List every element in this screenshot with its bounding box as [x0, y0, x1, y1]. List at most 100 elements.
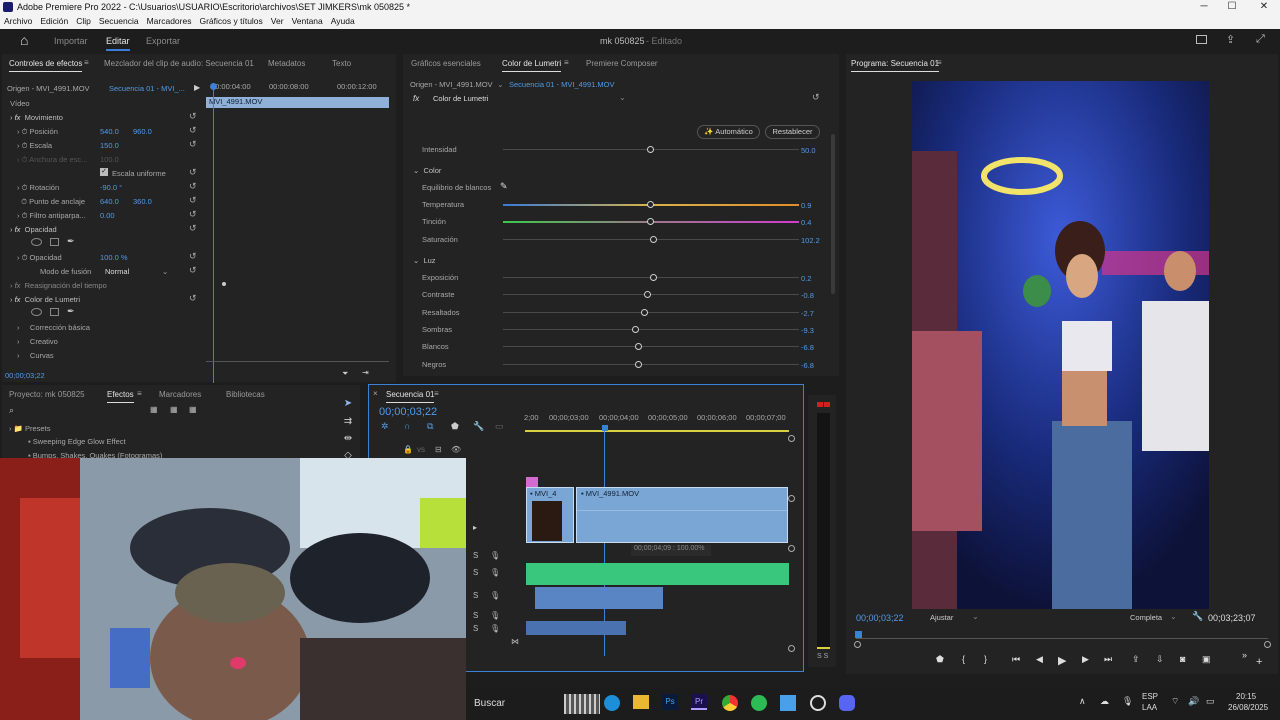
accelerated-icon[interactable]: ▦: [150, 405, 158, 414]
selection-tool-icon[interactable]: ➤: [342, 398, 354, 410]
maximize-button[interactable]: ☐: [1220, 0, 1244, 14]
slider-knob[interactable]: [635, 360, 643, 368]
reset-icon[interactable]: ↺: [189, 293, 197, 304]
luz-section[interactable]: ⌄ Luz: [413, 256, 436, 265]
quality-select[interactable]: Completa: [1130, 613, 1162, 622]
solo-s[interactable]: S: [473, 591, 478, 600]
ec-zoom-bar[interactable]: [206, 361, 389, 362]
tab-color-lumetri[interactable]: Color de Lumetri: [502, 59, 562, 72]
ec-playhead-handle[interactable]: [210, 83, 217, 90]
tab-exportar[interactable]: Exportar: [146, 36, 180, 46]
reset-icon[interactable]: ↺: [189, 251, 197, 262]
pen-mask-icon[interactable]: ✒: [67, 236, 75, 247]
more-icon[interactable]: »: [1242, 650, 1247, 660]
chevron-up-icon[interactable]: ∧: [1079, 696, 1086, 707]
luz-value[interactable]: -0.8: [801, 291, 814, 300]
saturacion-value[interactable]: 102.2: [801, 236, 820, 245]
menu-ventana[interactable]: Ventana: [288, 14, 327, 26]
saturacion-slider[interactable]: [503, 236, 799, 243]
pen-mask-icon[interactable]: ✒: [67, 306, 75, 317]
timeline-ruler[interactable]: 2;00 00;00;03;00 00;00;04;00 00;00;05;00…: [524, 413, 794, 425]
slider-knob[interactable]: [632, 325, 640, 333]
escala-value[interactable]: 150.0: [100, 141, 119, 150]
effect-select[interactable]: Color de Lumetri: [433, 94, 488, 103]
keyframe-dot[interactable]: [222, 282, 226, 286]
compare-icon[interactable]: ▣: [1202, 654, 1211, 665]
antiparpadeo-value[interactable]: 0.00: [100, 211, 115, 220]
auto-button[interactable]: ✨ Automático: [697, 125, 760, 139]
go-to-in-icon[interactable]: ⏮: [1012, 654, 1020, 665]
mic-icon[interactable]: 🎙: [490, 611, 500, 620]
uniform-scale-checkbox[interactable]: ✓: [100, 168, 108, 176]
slider-knob[interactable]: [644, 291, 652, 299]
clip-marker[interactable]: [526, 477, 538, 487]
add-icon[interactable]: +: [1256, 656, 1262, 668]
audio-clip-1[interactable]: [526, 563, 789, 585]
luz-value[interactable]: -6.8: [801, 361, 814, 370]
sub-curvas[interactable]: › Curvas: [17, 351, 54, 360]
yuv-icon[interactable]: ▦: [189, 405, 197, 414]
play-only-icon[interactable]: ▶: [194, 83, 200, 92]
panel-menu-icon[interactable]: ≡: [434, 389, 439, 398]
rotacion-value[interactable]: -90.0 °: [100, 183, 122, 192]
clip-indicator-right[interactable]: [824, 402, 830, 407]
clock-date[interactable]: 26/08/2025: [1228, 703, 1268, 712]
tab-marcadores[interactable]: Marcadores: [159, 390, 201, 399]
ec-playhead[interactable]: [213, 83, 214, 383]
filter-icon[interactable]: ⏷: [342, 369, 348, 379]
chevron-down-icon[interactable]: ⌄: [619, 93, 626, 102]
solo-s[interactable]: S: [473, 551, 478, 560]
slider-knob[interactable]: [641, 308, 649, 316]
lang-code[interactable]: ESP: [1142, 692, 1158, 701]
slider-knob[interactable]: [647, 146, 654, 153]
wifi-icon[interactable]: ⌔: [1171, 696, 1179, 707]
wrench-icon[interactable]: 🔧: [1192, 611, 1203, 622]
chevron-down-icon[interactable]: ⌄: [1170, 612, 1177, 621]
panel-menu-icon[interactable]: ≡: [564, 58, 569, 67]
reset-icon[interactable]: ↺: [189, 209, 197, 220]
slider-knob[interactable]: [635, 343, 643, 351]
share-icon[interactable]: ⇪: [1226, 33, 1235, 46]
app-icon[interactable]: [780, 695, 796, 711]
reset-icon[interactable]: ↺: [189, 181, 197, 192]
mark-out-icon[interactable]: }: [984, 654, 987, 664]
tab-bibliotecas[interactable]: Bibliotecas: [226, 390, 265, 399]
anclaje-y[interactable]: 360.0: [133, 197, 152, 206]
menu-secuencia[interactable]: Secuencia: [95, 14, 143, 26]
temperatura-value[interactable]: 0.9: [801, 201, 811, 210]
opacidad-value[interactable]: 100.0 %: [100, 253, 128, 262]
luz-slider[interactable]: [503, 308, 799, 316]
presets-folder[interactable]: › 📁 Presets: [9, 424, 50, 433]
reset-button[interactable]: Restablecer: [765, 125, 820, 139]
reset-icon[interactable]: ↺: [189, 195, 197, 206]
search-icon[interactable]: ⌕: [9, 405, 14, 416]
sync-icon[interactable]: ⊟: [435, 445, 442, 454]
luz-value[interactable]: 0.2: [801, 274, 811, 283]
anclaje-x[interactable]: 640.0: [100, 197, 119, 206]
tab-texto[interactable]: Texto: [332, 59, 351, 68]
intensidad-value[interactable]: 50.0: [801, 146, 816, 155]
edge-icon[interactable]: [604, 695, 620, 711]
luz-slider[interactable]: [503, 325, 799, 333]
posicion-y[interactable]: 960.0: [133, 127, 152, 136]
slider-knob[interactable]: [647, 218, 654, 225]
snap-icon[interactable]: ∩: [404, 421, 410, 431]
menu-marcadores[interactable]: Marcadores: [143, 14, 196, 26]
preset-item[interactable]: ▪ Sweeping Edge Glow Effect: [28, 437, 126, 446]
menu-ayuda[interactable]: Ayuda: [327, 14, 359, 26]
reset-icon[interactable]: ↺: [189, 223, 197, 234]
mic-icon[interactable]: 🎙: [490, 624, 500, 633]
lumetri-source[interactable]: Origen - MVI_4991.MOV: [410, 80, 493, 89]
reset-icon[interactable]: ↺: [189, 139, 197, 150]
audio-clip-3[interactable]: [526, 621, 626, 635]
posicion-x[interactable]: 540.0: [100, 127, 119, 136]
play-icon[interactable]: ▶: [1058, 654, 1066, 667]
zoom-handle[interactable]: [854, 641, 861, 648]
photoshop-icon[interactable]: Ps: [662, 694, 678, 710]
color-section[interactable]: ⌄ Color: [413, 166, 441, 175]
go-to-out-icon[interactable]: ⏭: [1104, 654, 1112, 665]
fit-select[interactable]: Ajustar: [930, 613, 953, 622]
chevron-down-icon[interactable]: ⌄: [497, 80, 504, 89]
audio-clip-2[interactable]: [535, 587, 663, 609]
add-marker-icon[interactable]: ⬟: [451, 421, 459, 432]
